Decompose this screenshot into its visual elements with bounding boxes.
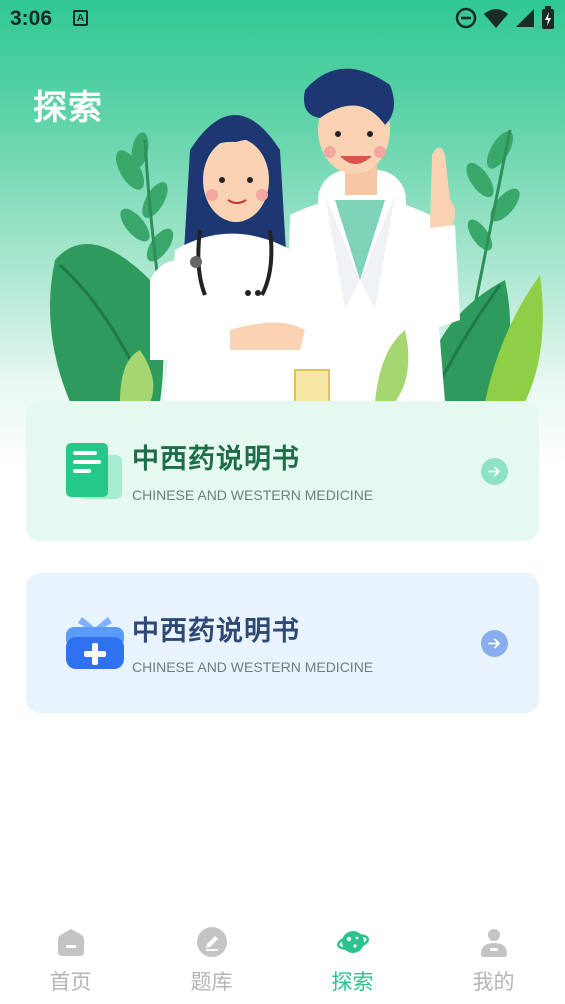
arrow-right-icon[interactable]	[481, 458, 508, 485]
page-title: 探索	[33, 88, 103, 128]
tab-explore[interactable]: 探索	[282, 918, 423, 1004]
tab-label: 探索	[331, 970, 374, 994]
tab-question-bank[interactable]: 题库	[141, 918, 282, 1004]
medical-kit-icon	[66, 617, 124, 669]
hero-banner: 3:06 A 探索	[0, 0, 565, 470]
bottom-tab-bar: 首页 题库 探索 我的	[0, 918, 565, 1004]
wifi-icon	[484, 9, 508, 28]
card-title: 中西药说明书	[132, 444, 300, 475]
planet-icon	[337, 931, 369, 953]
system-icons	[455, 6, 555, 30]
person-icon	[481, 929, 507, 957]
medicine-manual-card-1[interactable]: 中西药说明书 CHINESE AND WESTERN MEDICINE	[26, 401, 539, 541]
card-subtitle: CHINESE AND WESTERN MEDICINE	[132, 487, 374, 503]
cell-signal-icon	[516, 9, 534, 27]
notification-icon: A	[73, 10, 88, 26]
tab-home[interactable]: 首页	[0, 918, 141, 1004]
arrow-right-icon[interactable]	[481, 630, 508, 657]
tab-profile[interactable]: 我的	[423, 918, 564, 1004]
status-bar: 3:06 A	[0, 0, 565, 38]
card-title: 中西药说明书	[132, 616, 300, 647]
tab-label: 首页	[49, 970, 92, 994]
do-not-disturb-icon	[455, 7, 477, 29]
status-time: 3:06	[10, 7, 53, 30]
home-icon	[58, 929, 84, 956]
card-subtitle: CHINESE AND WESTERN MEDICINE	[132, 659, 374, 675]
document-icon	[66, 443, 122, 499]
tab-label: 题库	[190, 970, 233, 994]
medicine-manual-card-2[interactable]: 中西药说明书 CHINESE AND WESTERN MEDICINE	[26, 573, 539, 713]
battery-icon	[542, 6, 554, 29]
tab-label: 我的	[472, 970, 515, 994]
pencil-icon	[197, 927, 227, 957]
